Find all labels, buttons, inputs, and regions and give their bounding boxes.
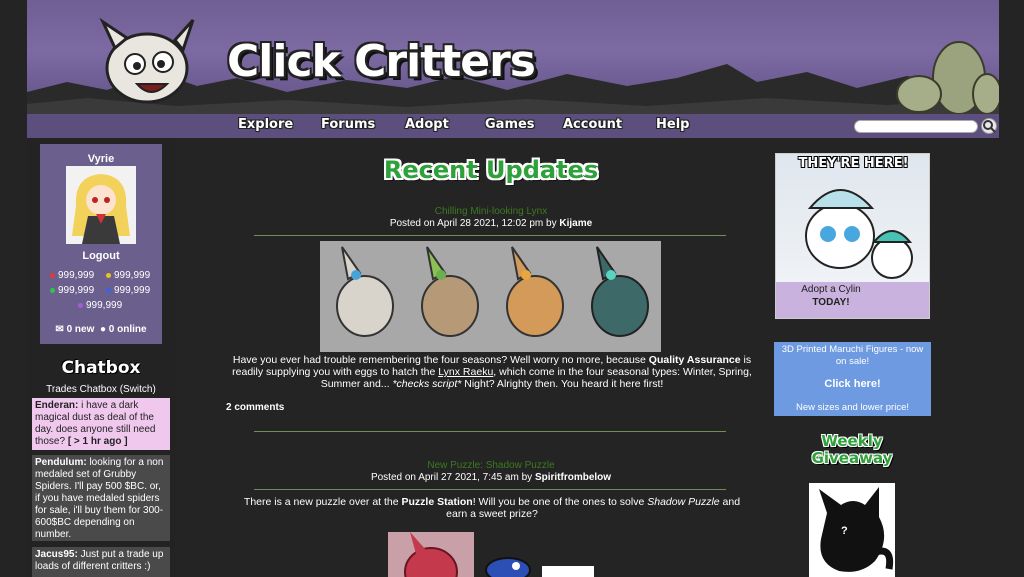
currency-green: 999,999 <box>50 285 94 296</box>
puzzle-thumb <box>542 566 594 577</box>
puzzle-critter-image <box>404 532 458 577</box>
username[interactable]: Vyrie <box>40 153 162 165</box>
chat-message: Enderan: i have a dark magical dust as d… <box>32 398 170 450</box>
post-meta: Posted on April 27 2021, 7:45 am by Spir… <box>370 472 612 483</box>
post-meta: Posted on April 28 2021, 12:02 pm by Kij… <box>389 218 593 229</box>
divider <box>254 489 726 490</box>
chat-message: Jacus95: Just put a trade up loads of di… <box>32 547 170 577</box>
mystery-critter-silhouette <box>819 487 894 572</box>
divider <box>254 235 726 236</box>
online-icon: ● <box>99 324 106 335</box>
post-image <box>320 241 661 352</box>
chat-user[interactable]: Jacus95: <box>35 549 78 560</box>
notifications: ✉ 0 new ● 0 online <box>40 324 162 335</box>
blue-critter-icon <box>485 557 531 577</box>
nav-forums[interactable]: Forums <box>321 117 375 132</box>
main-nav: Explore Forums Adopt Games Account Help <box>27 114 999 138</box>
new-messages-link[interactable]: 0 new <box>67 324 95 335</box>
post-title[interactable]: New Puzzle: Shadow Puzzle <box>176 460 806 471</box>
post-author[interactable]: Kijame <box>559 218 592 229</box>
chat-time: [ > 1 hr ago ] <box>67 436 128 447</box>
post-body: Have you ever had trouble remembering th… <box>232 354 752 390</box>
divider <box>254 431 726 432</box>
chat-user[interactable]: Pendulum: <box>35 457 87 468</box>
chat-message: Pendulum: looking for a non medaled set … <box>32 455 170 541</box>
header-banner: Click Critters <box>27 0 999 114</box>
ad2-line2: New sizes and lower price! <box>796 402 909 413</box>
ad-caption-2: TODAY! <box>812 297 850 308</box>
page-title: Recent Updates <box>383 156 599 184</box>
chat-text: looking for a non medaled set of Grubby … <box>35 457 164 540</box>
nav-games[interactable]: Games <box>485 117 535 132</box>
ad2-line1: 3D Printed Maruchi Figures - now on sale… <box>781 344 924 367</box>
logout-link[interactable]: Logout <box>40 250 162 262</box>
cactus-icon <box>896 41 999 114</box>
post-body: There is a new puzzle over at the Puzzle… <box>243 496 741 520</box>
nav-adopt[interactable]: Adopt <box>405 117 449 132</box>
main-content: Recent Updates Chilling Mini-looking Lyn… <box>176 138 756 577</box>
right-sidebar: THEY'RE HERE! Adopt a Cylin TODAY! 3D Pr… <box>757 138 999 577</box>
online-link[interactable]: 0 online <box>109 324 147 335</box>
cylin-ad[interactable]: THEY'RE HERE! Adopt a Cylin TODAY! <box>775 153 930 319</box>
maruchi-figures-ad[interactable]: 3D Printed Maruchi Figures - now on sale… <box>774 342 931 416</box>
ad-header: THEY'RE HERE! <box>798 156 909 171</box>
search-button[interactable] <box>981 118 997 134</box>
giveaway-mystery-image[interactable]: ? <box>809 483 895 577</box>
nav-help[interactable]: Help <box>656 117 689 132</box>
chatbox-title: Chatbox <box>61 358 141 378</box>
search-icon <box>983 120 996 133</box>
post-title[interactable]: Chilling Mini-looking Lynx <box>176 206 806 217</box>
avatar[interactable] <box>66 166 136 244</box>
mystery-mark: ? <box>841 525 848 537</box>
currency-blue: 999,999 <box>106 285 150 296</box>
currency-yellow: 999,999 <box>106 270 150 281</box>
nav-explore[interactable]: Explore <box>238 117 293 132</box>
ad2-cta[interactable]: Click here! <box>774 378 931 390</box>
chat-user[interactable]: Enderan: <box>35 400 78 411</box>
puzzle-image <box>388 532 474 577</box>
comments-link[interactable]: 2 comments <box>226 402 284 413</box>
nav-account[interactable]: Account <box>563 117 622 132</box>
weekly-giveaway-title: Weekly Giveaway <box>811 432 893 467</box>
ad-caption: Adopt a Cylin <box>801 284 861 295</box>
currency-purple: 999,999 <box>78 300 122 311</box>
lynx-raeku-image <box>336 246 649 337</box>
left-sidebar: Vyrie Logout 999,999 999,999 999,999 999… <box>27 138 175 577</box>
cylin-critter-image <box>805 189 913 279</box>
user-panel: Vyrie Logout 999,999 999,999 999,999 999… <box>40 144 162 344</box>
mail-icon: ✉ <box>55 324 64 335</box>
lynx-raeku-link[interactable]: Lynx Raeku <box>438 366 493 378</box>
site-logo[interactable]: Click Critters <box>227 36 536 87</box>
search-input[interactable] <box>854 120 978 133</box>
currency-red: 999,999 <box>50 270 94 281</box>
post-author[interactable]: Spiritfrombelow <box>535 472 611 483</box>
mascot-critter-icon <box>99 17 195 104</box>
avatar-image <box>72 174 130 244</box>
chatbox-switch[interactable]: Trades Chatbox (Switch) <box>27 384 175 395</box>
